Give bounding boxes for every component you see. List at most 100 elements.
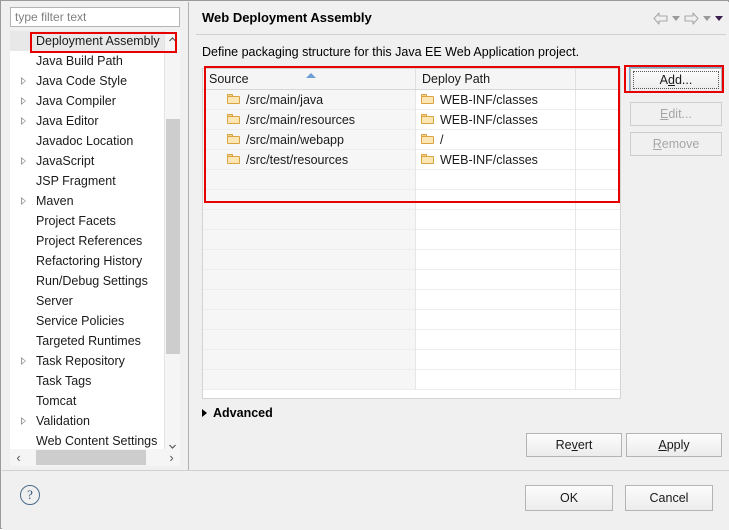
tree-vertical-scrollbar[interactable] [164,31,180,455]
sidebar-item-java-editor[interactable]: Java Editor [10,111,164,131]
cell-spacer [576,90,620,110]
sidebar-item-web-content-settings[interactable]: Web Content Settings [10,431,164,451]
tree-item-label: Refactoring History [36,254,142,268]
cell-source: /src/main/java [203,90,416,110]
tree-item-label: Java Compiler [36,94,116,108]
table-row-empty[interactable] [203,310,620,330]
sidebar-item-refactoring-history[interactable]: Refactoring History [10,251,164,271]
table-row-empty[interactable] [203,370,620,390]
help-icon[interactable]: ? [20,485,40,505]
sidebar-item-javadoc-location[interactable]: Javadoc Location [10,131,164,151]
sidebar-item-deployment-assembly[interactable]: Deployment Assembly [10,31,164,51]
revert-button-label: Revert [556,438,593,452]
cell-spacer [576,330,620,350]
sidebar-item-validation[interactable]: Validation [10,411,164,431]
expand-triangle-icon[interactable] [21,77,26,85]
sidebar-item-java-build-path[interactable]: Java Build Path [10,51,164,71]
expand-triangle-icon[interactable] [21,417,26,425]
forward-arrow-icon[interactable] [684,12,699,25]
table-row-empty[interactable] [203,250,620,270]
cancel-button[interactable]: Cancel [625,485,713,511]
table-row-empty[interactable] [203,210,620,230]
back-menu-chevron-down-icon[interactable] [672,16,680,21]
cell-source [203,270,416,290]
tree-item-label: Tomcat [36,394,76,408]
filter-input[interactable] [10,7,180,27]
folder-icon [227,94,241,105]
cell-source-label: /src/test/resources [246,150,348,170]
sidebar-item-java-code-style[interactable]: Java Code Style [10,71,164,91]
advanced-section-toggle[interactable]: Advanced [202,405,273,421]
table-row-empty[interactable] [203,230,620,250]
tree-scroll-left-button[interactable]: ‹ [10,449,27,466]
edit-button[interactable]: Edit... [630,102,722,126]
expand-triangle-icon[interactable] [21,97,26,105]
add-button[interactable]: Add... [630,68,722,92]
settings-tree[interactable]: Deployment AssemblyJava Build PathJava C… [10,31,180,455]
cell-deploy-path: / [416,130,576,150]
sidebar-item-run-debug-settings[interactable]: Run/Debug Settings [10,271,164,291]
sidebar-item-server[interactable]: Server [10,291,164,311]
sidebar-item-javascript[interactable]: JavaScript [10,151,164,171]
view-menu-chevron-down-icon[interactable] [715,16,723,21]
expand-triangle-icon[interactable] [21,197,26,205]
settings-tree-list: Deployment AssemblyJava Build PathJava C… [10,31,164,455]
expand-triangle-icon[interactable] [21,157,26,165]
table-row-empty[interactable] [203,270,620,290]
sidebar-item-project-references[interactable]: Project References [10,231,164,251]
remove-button[interactable]: Remove [630,132,722,156]
expand-triangle-icon[interactable] [21,117,26,125]
table-row[interactable]: /src/main/resourcesWEB-INF/classes [203,110,620,130]
apply-button[interactable]: Apply [626,433,722,457]
properties-dialog: Deployment AssemblyJava Build PathJava C… [0,0,729,529]
revert-button[interactable]: Revert [526,433,622,457]
sidebar-item-project-facets[interactable]: Project Facets [10,211,164,231]
sidebar-item-targeted-runtimes[interactable]: Targeted Runtimes [10,331,164,351]
tree-item-label: Server [36,294,73,308]
table-row-empty[interactable] [203,170,620,190]
tree-vertical-scroll-thumb[interactable] [166,119,180,354]
sidebar-item-java-compiler[interactable]: Java Compiler [10,91,164,111]
deployment-assembly-page: Web Deployment Assembly [193,2,729,470]
sidebar-item-tomcat[interactable]: Tomcat [10,391,164,411]
sidebar-item-task-repository[interactable]: Task Repository [10,351,164,371]
advanced-label: Advanced [213,406,273,420]
add-button-label: Add... [660,73,693,87]
cell-deploy-path [416,310,576,330]
table-row-empty[interactable] [203,330,620,350]
table-row[interactable]: /src/main/javaWEB-INF/classes [203,90,620,110]
tree-horizontal-scroll-thumb[interactable] [36,450,146,465]
cell-deploy-path [416,270,576,290]
sidebar-item-task-tags[interactable]: Task Tags [10,371,164,391]
cell-deploy-path-label: WEB-INF/classes [440,150,538,170]
tree-item-label: Task Tags [36,374,91,388]
expand-triangle-icon[interactable] [21,357,26,365]
sidebar-item-jsp-fragment[interactable]: JSP Fragment [10,171,164,191]
tree-horizontal-scrollbar[interactable]: ‹ › [10,449,180,466]
tree-item-label: Validation [36,414,90,428]
table-row-empty[interactable] [203,350,620,370]
cell-spacer [576,230,620,250]
table-row[interactable]: /src/test/resources WEB-INF/classes [203,150,620,170]
tree-scroll-up-button[interactable] [165,31,180,48]
tree-item-label: Project Facets [36,214,116,228]
table-row-empty[interactable] [203,190,620,210]
back-arrow-icon[interactable] [653,12,668,25]
column-header-source[interactable]: Source [203,69,416,89]
sidebar-item-maven[interactable]: Maven [10,191,164,211]
cell-deploy-path: WEB-INF/classes [416,90,576,110]
column-header-spacer[interactable] [576,69,620,89]
ok-button[interactable]: OK [525,485,613,511]
column-header-deploy-path[interactable]: Deploy Path [416,69,576,89]
forward-menu-chevron-down-icon[interactable] [703,16,711,21]
tree-scroll-right-button[interactable]: › [163,449,180,466]
page-navigation [653,10,723,26]
tree-item-label: Maven [36,194,74,208]
table-row[interactable]: /src/main/webapp/ [203,130,620,150]
sidebar-item-service-policies[interactable]: Service Policies [10,311,164,331]
assembly-table[interactable]: Source Deploy Path /src/main/javaWEB-INF… [202,68,621,399]
cell-spacer [576,130,620,150]
cell-source [203,190,416,210]
table-header-row: Source Deploy Path [203,69,620,90]
table-row-empty[interactable] [203,290,620,310]
